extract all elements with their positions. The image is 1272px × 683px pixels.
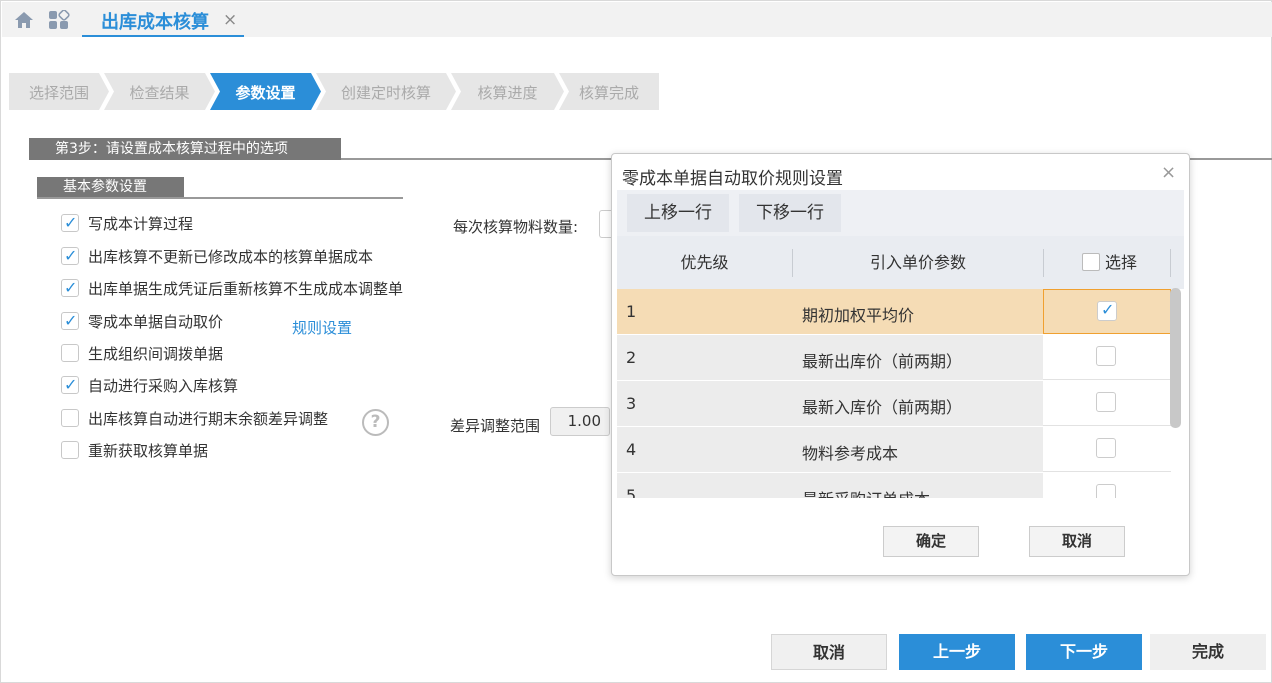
col-select: 选择 (1105, 253, 1138, 272)
dialog-cancel-button[interactable]: 取消 (1029, 526, 1125, 557)
sub-section-header: 基本参数设置 (37, 177, 403, 199)
row-param: 最新采购订单成本 (802, 486, 930, 498)
sub-section-title: 基本参数设置 (37, 177, 184, 197)
column-divider (1043, 249, 1044, 277)
option-auto-period-adjust[interactable]: 出库核算自动进行期末余额差异调整 (61, 408, 328, 428)
table-row[interactable]: 5 最新采购订单成本 (617, 473, 1172, 498)
row-param: 最新出库价（前两期） (802, 352, 963, 371)
select-all-checkbox[interactable] (1082, 253, 1100, 271)
cancel-button[interactable]: 取消 (771, 634, 887, 670)
option-zero-cost-auto-price[interactable]: 零成本单据自动取价 (61, 311, 223, 331)
step-create-scheduled: 创建定时核算 (316, 73, 456, 110)
next-step-button[interactable]: 下一步 (1026, 634, 1142, 670)
price-rule-dialog: 零成本单据自动取价规则设置 × 上移一行 下移一行 优先级 引入单价参数 选择 … (611, 153, 1190, 576)
row-param: 最新入库价（前两期） (802, 398, 963, 417)
col-priority: 优先级 (680, 253, 729, 272)
step-check-result: 检查结果 (104, 73, 215, 110)
option-refetch-bills[interactable]: 重新获取核算单据 (61, 440, 208, 460)
top-tab-bar: 出库成本核算 × (2, 2, 1272, 37)
option-write-cost-process[interactable]: 写成本计算过程 (61, 213, 193, 233)
row-checkbox[interactable] (1096, 438, 1116, 458)
option-no-adjust-after-voucher[interactable]: 出库单据生成凭证后重新核算不生成成本调整单 (61, 278, 403, 298)
home-icon[interactable] (14, 11, 34, 29)
row-priority: 4 (626, 440, 637, 459)
finish-button[interactable]: 完成 (1150, 634, 1266, 670)
option-generate-transfer[interactable]: 生成组织间调拨单据 (61, 343, 223, 363)
step-select-range: 选择范围 (9, 73, 109, 110)
option-label: 自动进行采购入库核算 (88, 376, 239, 395)
row-priority: 2 (626, 348, 637, 367)
option-auto-purchase-inbound[interactable]: 自动进行采购入库核算 (61, 375, 238, 395)
option-label: 重新获取核算单据 (88, 441, 209, 460)
row-priority: 1 (626, 302, 637, 321)
column-divider (1170, 249, 1171, 277)
checkbox[interactable] (61, 246, 79, 265)
section-title: 第3步：请设置成本核算过程中的选项 (29, 138, 341, 160)
step-wizard: 选择范围 检查结果 参数设置 创建定时核算 核算进度 核算完成 (9, 73, 659, 110)
range-label: 差异调整范围 (450, 417, 541, 435)
grid-scrollbar[interactable] (1170, 288, 1181, 428)
option-label: 出库核算自动进行期末余额差异调整 (88, 409, 329, 428)
grid-body: 1 期初加权平均价 2 最新出库价（前两期） 3 最新入库价（前两期） 4 物料参考成本… (617, 289, 1184, 498)
checkbox[interactable] (61, 344, 79, 362)
table-row[interactable]: 2 最新出库价（前两期） (617, 335, 1172, 381)
row-param: 期初加权平均价 (802, 306, 915, 325)
checkbox[interactable] (61, 375, 79, 394)
close-icon[interactable]: × (223, 10, 237, 30)
rule-settings-link[interactable]: 规则设置 (292, 317, 352, 338)
qty-label: 每次核算物料数量: (453, 218, 579, 236)
option-label: 生成组织间调拨单据 (88, 344, 224, 363)
option-label: 出库单据生成凭证后重新核算不生成成本调整单 (88, 279, 404, 298)
step-progress: 核算进度 (451, 73, 564, 110)
step-param-settings: 参数设置 (210, 73, 321, 110)
row-checkbox[interactable] (1096, 484, 1116, 498)
app-frame: 出库成本核算 × 选择范围 检查结果 参数设置 创建定时核算 核算进度 核算完成… (0, 0, 1272, 683)
checkbox[interactable] (61, 311, 79, 330)
table-row[interactable]: 3 最新入库价（前两期） (617, 381, 1172, 427)
table-row[interactable]: 4 物料参考成本 (617, 427, 1172, 473)
row-checkbox[interactable] (1097, 300, 1117, 321)
help-icon[interactable]: ? (362, 409, 389, 436)
step-complete: 核算完成 (559, 73, 659, 110)
ok-button[interactable]: 确定 (883, 526, 979, 557)
move-up-button[interactable]: 上移一行 (627, 194, 729, 232)
grid-header: 优先级 引入单价参数 选择 (617, 236, 1184, 289)
row-param: 物料参考成本 (802, 444, 899, 463)
tab-outbound-cost[interactable]: 出库成本核算 × (82, 2, 244, 37)
tab-title: 出库成本核算 (101, 12, 209, 33)
close-icon[interactable]: × (1161, 162, 1176, 183)
row-priority: 3 (626, 394, 637, 413)
option-label: 写成本计算过程 (88, 214, 194, 233)
option-no-update-modified[interactable]: 出库核算不更新已修改成本的核算单据成本 (61, 246, 373, 266)
option-label: 出库核算不更新已修改成本的核算单据成本 (88, 247, 374, 266)
row-priority: 5 (626, 486, 637, 498)
row-checkbox[interactable] (1096, 392, 1116, 412)
dialog-title: 零成本单据自动取价规则设置 (622, 169, 843, 189)
row-checkbox[interactable] (1096, 346, 1116, 366)
prev-step-button[interactable]: 上一步 (899, 634, 1015, 670)
checkbox[interactable] (61, 409, 79, 427)
checkbox[interactable] (61, 213, 79, 232)
checkbox[interactable] (61, 278, 79, 297)
checkbox[interactable] (61, 441, 79, 459)
apps-icon[interactable] (48, 10, 70, 30)
col-param: 引入单价参数 (869, 253, 966, 272)
move-down-button[interactable]: 下移一行 (739, 194, 841, 232)
dialog-toolbar: 上移一行 下移一行 (617, 190, 1184, 236)
option-label: 零成本单据自动取价 (88, 312, 224, 331)
range-input[interactable]: 1.00 (550, 407, 610, 436)
table-row[interactable]: 1 期初加权平均价 (617, 289, 1172, 335)
